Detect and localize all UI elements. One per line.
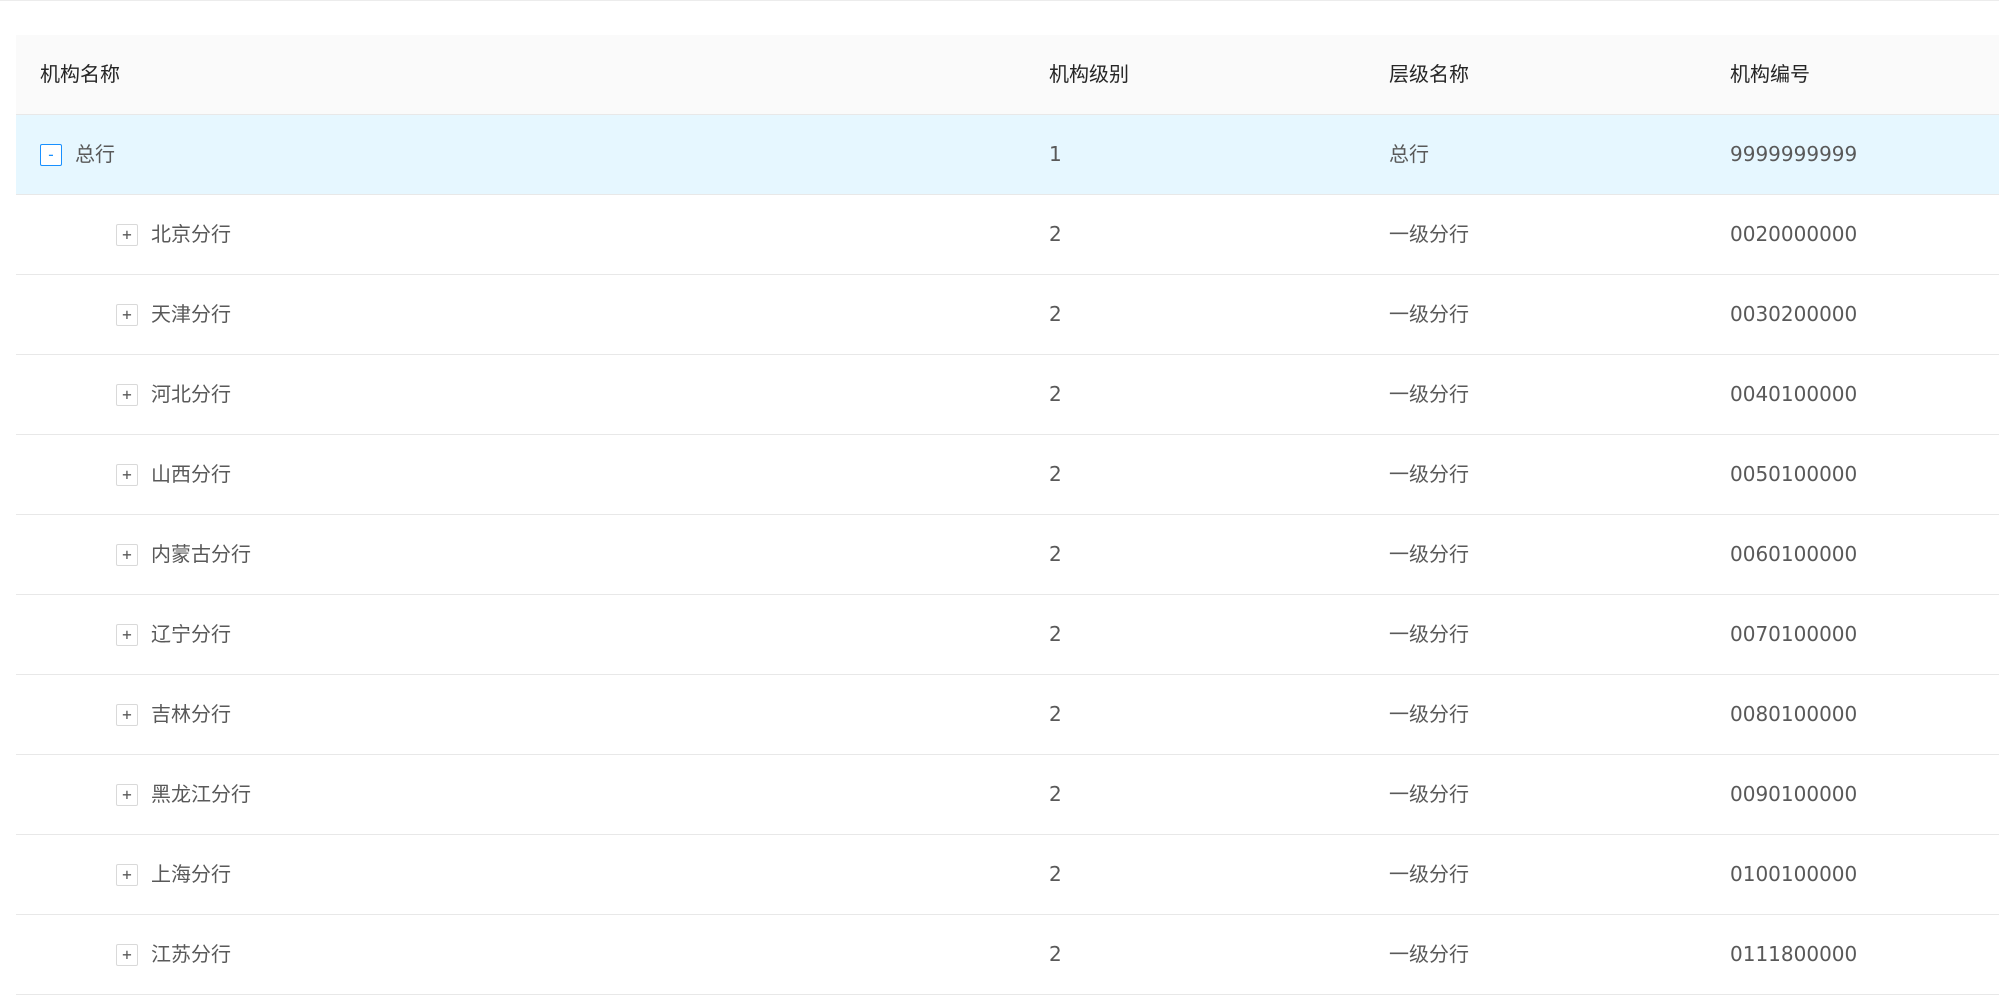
org-code: 0060100000 [1730, 542, 1858, 566]
org-level: 2 [1049, 622, 1062, 646]
org-code: 0070100000 [1730, 622, 1858, 646]
org-name: 江苏分行 [151, 942, 231, 966]
org-code: 0090100000 [1730, 782, 1858, 806]
expand-toggle-icon[interactable]: + [116, 863, 138, 886]
column-header-org-name[interactable]: 机构名称 [40, 35, 120, 114]
table-header: 机构名称 机构级别 层级名称 机构编号 [16, 35, 1999, 115]
org-name-cell: + 天津分行 [40, 275, 231, 354]
org-name: 天津分行 [151, 302, 231, 326]
column-header-tier-name[interactable]: 层级名称 [1389, 35, 1469, 114]
org-level: 2 [1049, 942, 1062, 966]
org-tree-table: 机构名称 机构级别 层级名称 机构编号 - 总行 1 总行 9999999999… [16, 35, 1999, 995]
org-level: 2 [1049, 382, 1062, 406]
tier-name: 一级分行 [1389, 782, 1469, 806]
table-row[interactable]: + 山西分行 2 一级分行 0050100000 [16, 435, 1999, 515]
expand-toggle-icon[interactable]: + [116, 223, 138, 246]
tier-name: 一级分行 [1389, 542, 1469, 566]
org-name-cell: + 江苏分行 [40, 915, 231, 994]
org-level: 2 [1049, 542, 1062, 566]
tier-name: 一级分行 [1389, 622, 1469, 646]
table-row[interactable]: + 河北分行 2 一级分行 0040100000 [16, 355, 1999, 435]
org-name: 上海分行 [151, 862, 231, 886]
table-row[interactable]: + 江苏分行 2 一级分行 0111800000 [16, 915, 1999, 995]
column-header-org-level[interactable]: 机构级别 [1049, 35, 1129, 114]
tier-name: 一级分行 [1389, 462, 1469, 486]
expand-toggle-icon[interactable]: + [116, 623, 138, 646]
top-divider [0, 0, 1999, 1]
expand-toggle-icon[interactable]: + [116, 383, 138, 406]
org-level: 2 [1049, 862, 1062, 886]
org-name: 辽宁分行 [151, 622, 231, 646]
org-name-cell: + 山西分行 [40, 435, 231, 514]
table-row[interactable]: + 辽宁分行 2 一级分行 0070100000 [16, 595, 1999, 675]
expand-toggle-icon[interactable]: + [116, 703, 138, 726]
expand-toggle-icon[interactable]: + [116, 943, 138, 966]
org-code: 0111800000 [1730, 942, 1858, 966]
org-name: 总行 [75, 142, 115, 166]
org-level: 1 [1049, 142, 1062, 166]
org-level: 2 [1049, 462, 1062, 486]
org-level: 2 [1049, 302, 1062, 326]
org-code: 0080100000 [1730, 702, 1858, 726]
table-row[interactable]: - 总行 1 总行 9999999999 [16, 115, 1999, 195]
org-code: 0050100000 [1730, 462, 1858, 486]
org-code: 0040100000 [1730, 382, 1858, 406]
org-code: 0100100000 [1730, 862, 1858, 886]
collapse-toggle-icon[interactable]: - [40, 143, 62, 166]
tier-name: 一级分行 [1389, 702, 1469, 726]
org-name-cell: + 内蒙古分行 [40, 515, 251, 594]
tier-name: 一级分行 [1389, 222, 1469, 246]
column-header-org-code[interactable]: 机构编号 [1730, 35, 1810, 114]
org-name: 北京分行 [151, 222, 231, 246]
org-name-cell: - 总行 [40, 115, 115, 194]
expand-toggle-icon[interactable]: + [116, 303, 138, 326]
table-row[interactable]: + 黑龙江分行 2 一级分行 0090100000 [16, 755, 1999, 835]
org-name-cell: + 河北分行 [40, 355, 231, 434]
org-code: 9999999999 [1730, 142, 1858, 166]
org-name: 内蒙古分行 [151, 542, 251, 566]
org-code: 0020000000 [1730, 222, 1858, 246]
org-name: 山西分行 [151, 462, 231, 486]
org-name: 河北分行 [151, 382, 231, 406]
expand-toggle-icon[interactable]: + [116, 543, 138, 566]
tier-name: 一级分行 [1389, 382, 1469, 406]
org-level: 2 [1049, 702, 1062, 726]
expand-toggle-icon[interactable]: + [116, 783, 138, 806]
org-level: 2 [1049, 222, 1062, 246]
table-row[interactable]: + 上海分行 2 一级分行 0100100000 [16, 835, 1999, 915]
org-name: 黑龙江分行 [151, 782, 251, 806]
tier-name: 一级分行 [1389, 942, 1469, 966]
org-name-cell: + 吉林分行 [40, 675, 231, 754]
tier-name: 一级分行 [1389, 862, 1469, 886]
org-name-cell: + 北京分行 [40, 195, 231, 274]
org-name-cell: + 辽宁分行 [40, 595, 231, 674]
tier-name: 一级分行 [1389, 302, 1469, 326]
table-row[interactable]: + 吉林分行 2 一级分行 0080100000 [16, 675, 1999, 755]
table-row[interactable]: + 天津分行 2 一级分行 0030200000 [16, 275, 1999, 355]
org-code: 0030200000 [1730, 302, 1858, 326]
org-name-cell: + 上海分行 [40, 835, 231, 914]
table-row[interactable]: + 北京分行 2 一级分行 0020000000 [16, 195, 1999, 275]
table-row[interactable]: + 内蒙古分行 2 一级分行 0060100000 [16, 515, 1999, 595]
expand-toggle-icon[interactable]: + [116, 463, 138, 486]
tier-name: 总行 [1389, 142, 1429, 166]
org-name-cell: + 黑龙江分行 [40, 755, 251, 834]
org-level: 2 [1049, 782, 1062, 806]
org-name: 吉林分行 [151, 702, 231, 726]
